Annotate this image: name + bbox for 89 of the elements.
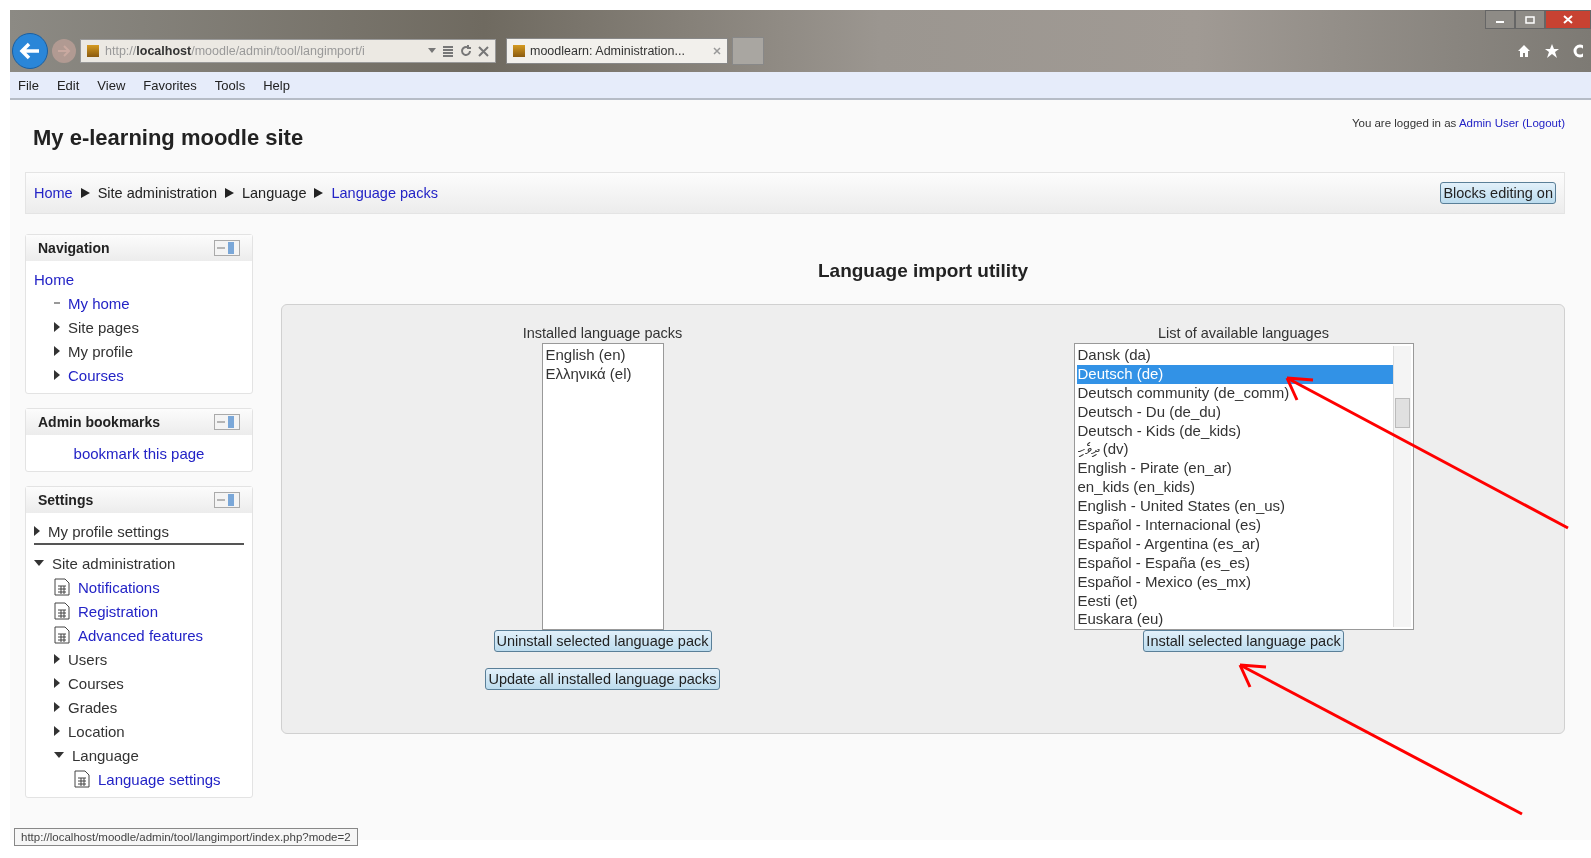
- language-option[interactable]: en_kids (en_kids): [1076, 478, 1393, 498]
- nav-item[interactable]: My profile settings: [48, 522, 169, 540]
- language-option[interactable]: English (en): [544, 346, 661, 365]
- arrow-icon: [19, 42, 41, 60]
- breadcrumb-text: Site administration: [97, 185, 217, 201]
- star-icon[interactable]: [1545, 44, 1559, 58]
- dock-block-icon[interactable]: [214, 492, 240, 508]
- form-button[interactable]: Uninstall selected language pack: [493, 630, 712, 652]
- login-info: You are logged in as: [1351, 117, 1458, 129]
- close-icon[interactable]: [478, 45, 489, 57]
- close-button[interactable]: [1545, 10, 1591, 29]
- dock-block-icon[interactable]: [214, 240, 240, 256]
- maximize-button[interactable]: [1515, 10, 1545, 29]
- form-button[interactable]: Install selected language pack: [1143, 630, 1344, 652]
- list-label: List of available languages: [1158, 325, 1329, 341]
- language-option[interactable]: Ελληνικά (el): [544, 364, 661, 384]
- separator-arrow-icon: [224, 188, 234, 198]
- separator-arrow-icon: [80, 188, 90, 198]
- menu-item[interactable]: File: [18, 77, 39, 93]
- language-option[interactable]: Español - Internacional (es): [1076, 516, 1393, 535]
- minimize-button[interactable]: [1485, 10, 1515, 29]
- maximize-icon: [1525, 15, 1535, 24]
- language-option[interactable]: Español - Mexico (es_mx): [1076, 572, 1393, 592]
- language-option[interactable]: Español - Argentina (es_ar): [1076, 534, 1393, 554]
- language-listbox[interactable]: [1073, 343, 1414, 630]
- nav-link[interactable]: bookmark this page: [73, 444, 205, 462]
- site-title: My e-learning moodle site: [33, 125, 304, 151]
- nav-item[interactable]: Users: [68, 650, 108, 668]
- home-icon[interactable]: [1517, 44, 1531, 58]
- blocks-editing-button[interactable]: Blocks editing on: [1440, 182, 1556, 204]
- menu-item[interactable]: Help: [263, 77, 290, 93]
- menu-item[interactable]: Edit: [56, 77, 80, 93]
- compatibility-view-icon[interactable]: [442, 45, 454, 57]
- language-option[interactable]: ދިވެހި (dv): [1076, 440, 1393, 460]
- menu-item[interactable]: Favorites: [143, 77, 197, 93]
- nav-item[interactable]: Courses: [68, 674, 124, 692]
- nav-link[interactable]: Registration: [78, 602, 159, 620]
- nav-link[interactable]: My home: [68, 294, 130, 312]
- nav-item[interactable]: Site administration: [52, 554, 176, 572]
- menu-item[interactable]: Tools: [214, 77, 246, 93]
- dropdown-caret-icon[interactable]: [428, 48, 436, 54]
- scroll-thumb[interactable]: [1394, 398, 1410, 428]
- language-option[interactable]: English - Pirate (en_ar): [1076, 459, 1393, 479]
- back-button[interactable]: [12, 33, 48, 69]
- menu-item[interactable]: View: [97, 77, 126, 93]
- favicon-icon: [87, 45, 99, 57]
- address-bar[interactable]: http://localhost/moodle/admin/tool/langimport/i: [80, 39, 496, 63]
- nav-item[interactable]: Grades: [68, 698, 118, 716]
- nav-link[interactable]: Home: [34, 270, 74, 288]
- refresh-icon[interactable]: [460, 45, 472, 57]
- user-link[interactable]: Admin User: [1458, 117, 1523, 129]
- url-text: http://localhost/moodle/admin/tool/langimport/i: [105, 44, 366, 58]
- list-label: Installed language packs: [522, 325, 683, 341]
- language-option[interactable]: Deutsch community (de_comm): [1076, 383, 1393, 403]
- nav-item[interactable]: Site pages: [68, 318, 139, 336]
- block-title: Admin bookmarks: [38, 414, 161, 430]
- favicon-icon: [513, 45, 525, 57]
- language-option[interactable]: Eesti (et): [1076, 591, 1393, 611]
- tab-title: moodlearn: Administration...: [530, 44, 686, 58]
- nav-link[interactable]: Advanced features: [78, 626, 204, 644]
- breadcrumb-link[interactable]: Language packs: [331, 185, 438, 201]
- nav-item[interactable]: Location: [68, 722, 125, 740]
- block-title: Settings: [38, 492, 94, 508]
- logout-link[interactable]: (Logout): [1522, 117, 1565, 129]
- nav-link[interactable]: Courses: [68, 366, 124, 384]
- close-icon: [1563, 15, 1573, 24]
- nav-link[interactable]: Language settings: [98, 770, 221, 788]
- form-button[interactable]: Update all installed language packs: [485, 668, 720, 690]
- language-option[interactable]: Deutsch - Du (de_du): [1076, 402, 1393, 422]
- nav-item[interactable]: My profile: [68, 342, 134, 360]
- dock-block-icon[interactable]: [214, 414, 240, 430]
- block-title: Navigation: [38, 240, 110, 256]
- arrow-icon: [57, 45, 71, 57]
- language-option[interactable]: English - United States (en_us): [1076, 497, 1393, 516]
- scrollbar[interactable]: [1392, 346, 1411, 627]
- close-tab-icon[interactable]: [713, 47, 721, 55]
- nav-link[interactable]: Notifications: [78, 578, 160, 596]
- nav-item[interactable]: Language: [72, 746, 139, 764]
- breadcrumb-link[interactable]: Home: [34, 185, 73, 201]
- language-option[interactable]: Dansk (da): [1076, 346, 1393, 365]
- separator-arrow-icon: [314, 188, 324, 198]
- page-heading: Language import utility: [816, 260, 1030, 282]
- language-option[interactable]: Español - España (es_es): [1076, 553, 1393, 573]
- language-option[interactable]: Deutsch - Kids (de_kids): [1076, 421, 1393, 441]
- language-option[interactable]: Euskara (eu): [1076, 610, 1393, 630]
- language-listbox[interactable]: English (en) Ελληνικά (el): [541, 343, 664, 630]
- status-url-tooltip: http://localhost/moodle/admin/tool/langimport/index.php?mode=2: [14, 828, 358, 846]
- breadcrumb-text: Language: [241, 185, 307, 201]
- browser-tab[interactable]: moodlearn: Administration...: [506, 38, 728, 64]
